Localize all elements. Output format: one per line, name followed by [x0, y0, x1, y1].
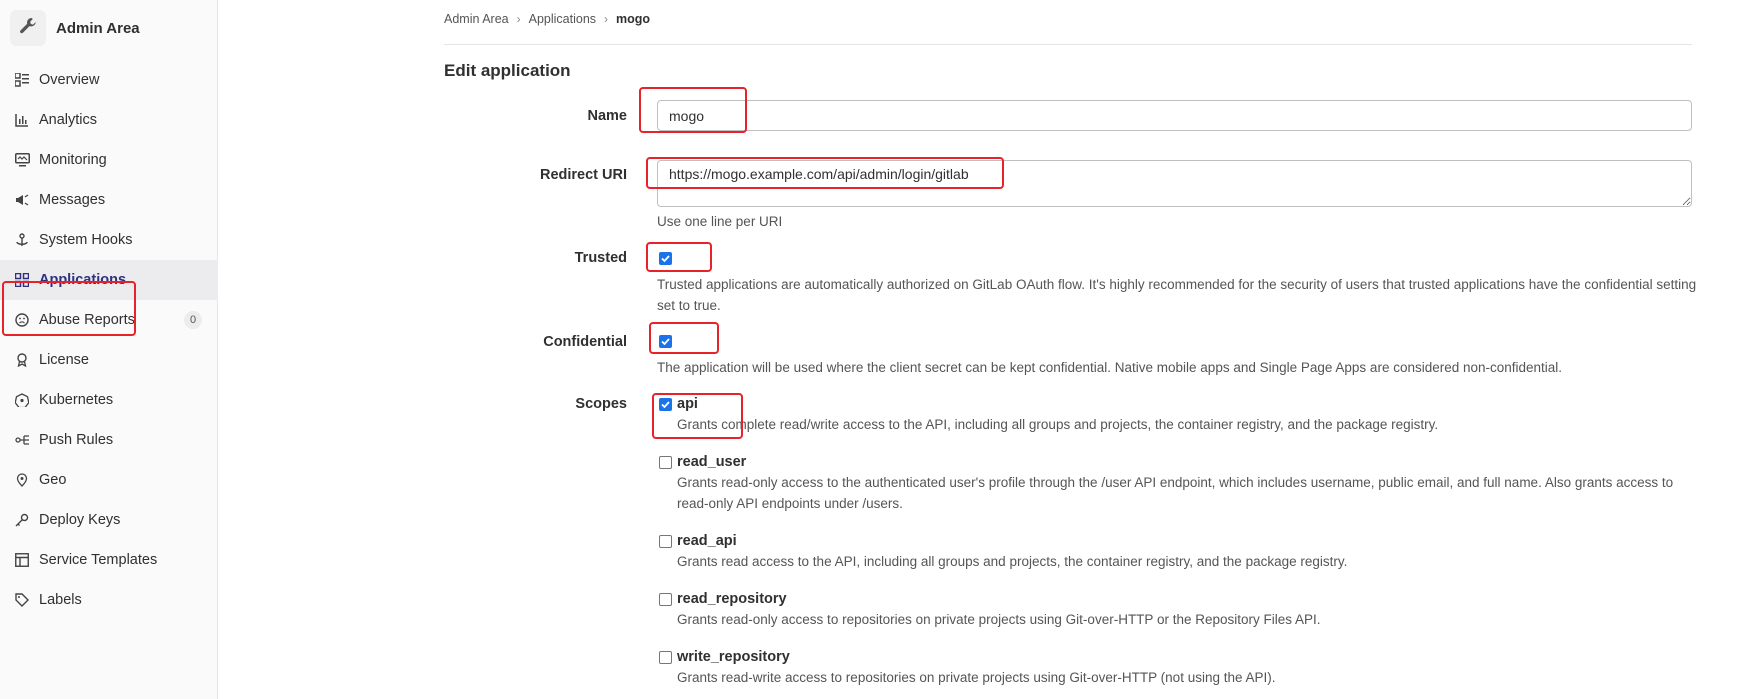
scope-read-user-desc: Grants read-only access to the authentic…: [677, 475, 1674, 511]
kubernetes-icon: [14, 392, 30, 408]
sidebar-item-label: Push Rules: [39, 432, 114, 448]
sidebar-item-label: Labels: [39, 592, 82, 608]
overview-icon: [14, 72, 30, 88]
sidebar-item-label: Service Templates: [39, 552, 158, 568]
scope-api-checkbox[interactable]: [659, 398, 672, 411]
sidebar-item-kubernetes[interactable]: Kubernetes: [0, 380, 218, 420]
push-rules-icon: [14, 432, 30, 448]
sidebar-item-label: Deploy Keys: [39, 512, 121, 528]
sidebar-title: Admin Area: [56, 19, 140, 37]
scope-read-api-desc: Grants read access to the API, including…: [677, 554, 1348, 569]
scope-read-user-checkbox[interactable]: [659, 456, 672, 469]
scope-read-api-name: read_api: [677, 533, 737, 549]
highlight-box-trusted: [646, 242, 712, 272]
sidebar-item-label: Kubernetes: [39, 392, 114, 408]
monitoring-icon: [14, 152, 30, 168]
geo-icon: [14, 472, 30, 488]
license-icon: [14, 352, 30, 368]
name-input[interactable]: [657, 100, 1692, 131]
chevron-right-icon: ›: [604, 12, 609, 26]
sidebar-item-system-hooks[interactable]: System Hooks: [0, 220, 218, 260]
scope-write-repository-checkbox[interactable]: [659, 651, 672, 664]
sidebar-item-overview[interactable]: Overview: [0, 60, 218, 100]
scope-read-api-checkbox[interactable]: [659, 535, 672, 548]
confidential-checkbox[interactable]: [659, 335, 672, 348]
sidebar-item-messages[interactable]: Messages: [0, 180, 218, 220]
admin-avatar: [10, 10, 46, 46]
sidebar-item-label: System Hooks: [39, 232, 133, 248]
trusted-label: Trusted: [574, 250, 627, 266]
scope-write-repository-desc: Grants read-write access to repositories…: [677, 670, 1276, 685]
abuse-count-badge: 0: [184, 311, 202, 329]
scope-read-repository-desc: Grants read-only access to repositories …: [677, 612, 1321, 627]
scope-write-repository-name: write_repository: [677, 649, 790, 665]
sidebar-item-label: Applications: [39, 272, 127, 288]
sidebar-item-label: Messages: [39, 192, 106, 208]
applications-icon: [14, 272, 30, 288]
sidebar-item-applications[interactable]: Applications: [0, 260, 218, 300]
messages-icon: [14, 192, 30, 208]
sidebar-item-push-rules[interactable]: Push Rules: [0, 420, 218, 460]
key-icon: [14, 512, 30, 528]
confidential-label: Confidential: [543, 334, 627, 350]
abuse-icon: [14, 312, 30, 328]
label-icon: [14, 592, 30, 608]
breadcrumb-current[interactable]: mogo: [616, 12, 650, 26]
redirect-uri-label: Redirect URI: [539, 167, 627, 183]
sidebar-item-abuse-reports[interactable]: Abuse Reports 0: [0, 300, 218, 340]
sidebar-header[interactable]: Admin Area: [0, 0, 218, 56]
sidebar-item-deploy-keys[interactable]: Deploy Keys: [0, 500, 218, 540]
redirect-uri-help: Use one line per URI: [657, 214, 783, 229]
sidebar: Admin Area Overview Analytics Monitoring…: [0, 0, 218, 699]
sidebar-item-label: Geo: [39, 472, 67, 488]
scope-read-repository-name: read_repository: [677, 591, 787, 607]
check-icon: [661, 338, 670, 346]
sidebar-item-label: License: [39, 352, 89, 368]
trusted-checkbox[interactable]: [659, 252, 672, 265]
scope-read-user-name: read_user: [677, 454, 747, 470]
sidebar-item-label: Overview: [39, 72, 100, 88]
chevron-right-icon: ›: [516, 12, 521, 26]
sidebar-item-labels[interactable]: Labels: [0, 580, 218, 620]
breadcrumb-applications[interactable]: Applications: [529, 12, 596, 26]
page-title: Edit application: [444, 61, 571, 80]
sidebar-item-service-templates[interactable]: Service Templates: [0, 540, 218, 580]
scope-api-name: api: [677, 396, 698, 412]
confidential-help: The application will be used where the c…: [657, 360, 1563, 375]
sidebar-item-analytics[interactable]: Analytics: [0, 100, 218, 140]
trusted-help: Trusted applications are automatically a…: [657, 277, 1697, 313]
redirect-uri-input[interactable]: https://mogo.example.com/api/admin/login…: [657, 160, 1692, 207]
name-label: Name: [587, 108, 628, 124]
check-icon: [661, 401, 670, 409]
sidebar-item-label: Analytics: [39, 112, 98, 128]
template-icon: [14, 552, 30, 568]
sidebar-item-monitoring[interactable]: Monitoring: [0, 140, 218, 180]
hooks-icon: [14, 232, 30, 248]
sidebar-item-label: Monitoring: [39, 152, 107, 168]
breadcrumb-admin-area[interactable]: Admin Area: [444, 12, 509, 26]
scope-read-repository-checkbox[interactable]: [659, 593, 672, 606]
analytics-icon: [14, 112, 30, 128]
scope-api-desc: Grants complete read/write access to the…: [677, 417, 1439, 432]
sidebar-item-license[interactable]: License: [0, 340, 218, 380]
scopes-label: Scopes: [575, 396, 627, 412]
sidebar-item-label: Abuse Reports: [39, 312, 135, 328]
check-icon: [661, 255, 670, 263]
sidebar-item-geo[interactable]: Geo: [0, 460, 218, 500]
header-divider: [444, 44, 1692, 45]
breadcrumb: Admin Area › Applications › mogo: [444, 12, 650, 26]
wrench-icon: [18, 16, 38, 41]
